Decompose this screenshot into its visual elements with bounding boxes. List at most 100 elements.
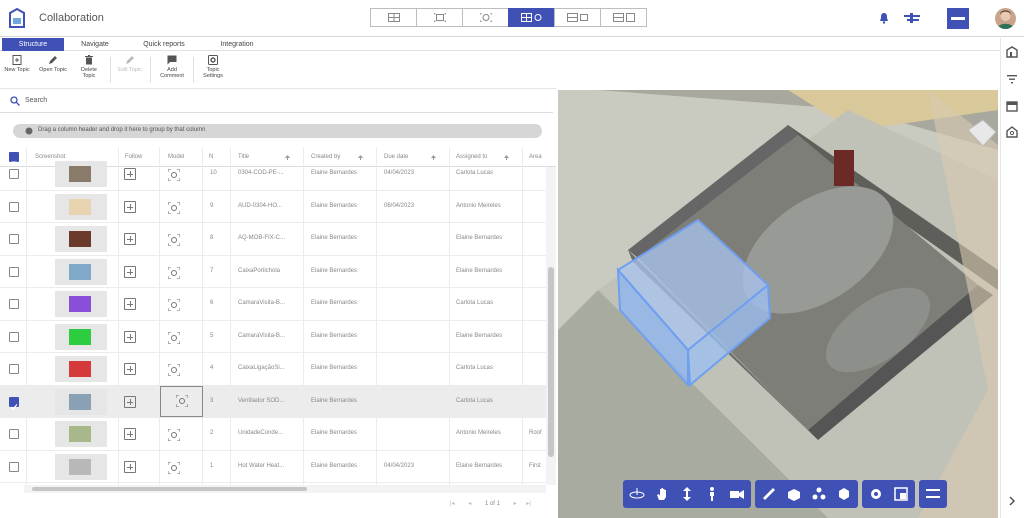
table-row[interactable]: 4 CaixaLigaçãoSi... Elaine Bernardes Carlot…	[0, 353, 546, 386]
model-viewer[interactable]	[558, 90, 998, 518]
tab-integration[interactable]: Integration	[206, 38, 268, 51]
table-row[interactable]: 7 CaixaPortichola Elaine Bernardes Elaine B…	[0, 256, 546, 288]
table-row[interactable]: 9 AUD-0304-HO... Elaine Bernardes 06/04/202…	[0, 191, 546, 223]
company-logo[interactable]	[947, 8, 969, 29]
row-checkbox[interactable]	[9, 234, 19, 244]
follow-button[interactable]	[124, 428, 136, 440]
fullscreen-button[interactable]	[893, 486, 909, 502]
open-topic-button[interactable]: Open Topic	[38, 55, 68, 73]
search-bar[interactable]: Search	[0, 91, 553, 113]
row-checkbox[interactable]	[9, 461, 19, 472]
model-browser-tool[interactable]	[836, 486, 852, 502]
horizontal-scrollbar[interactable]	[24, 485, 546, 493]
screenshot-thumbnail[interactable]	[55, 258, 107, 285]
follow-button[interactable]	[124, 395, 136, 408]
view-split-focus-button[interactable]	[554, 8, 601, 27]
sync-icon[interactable]	[904, 12, 920, 24]
follow-button[interactable]	[124, 330, 136, 343]
tab-quick-reports[interactable]: Quick reports	[130, 38, 198, 51]
model-focus-button[interactable]	[167, 168, 181, 186]
home-search-icon[interactable]	[1006, 126, 1018, 138]
tab-navigate[interactable]: Navigate	[66, 38, 124, 51]
screenshot-thumbnail[interactable]	[55, 356, 107, 382]
delete-topic-button[interactable]: Delete Topic	[74, 55, 104, 79]
row-checkbox[interactable]	[9, 331, 19, 342]
pan-tool[interactable]	[654, 486, 670, 502]
view-model-button[interactable]	[462, 8, 509, 27]
model-focus-button[interactable]	[167, 428, 181, 446]
topic-settings-button[interactable]: Topic Settings	[198, 55, 228, 79]
vertical-scrollbar[interactable]	[546, 167, 556, 485]
screenshot-thumbnail[interactable]	[55, 161, 107, 187]
view-grid-button[interactable]	[370, 8, 417, 27]
last-page-icon[interactable]: ▸|	[526, 501, 531, 507]
new-topic-button[interactable]: New Topic	[2, 55, 32, 73]
table-row[interactable]: 8 AQ-MOB-FIX-C... Elaine Bernardes Elaine B…	[0, 223, 546, 256]
table-row[interactable]: 3 Ventilador SOD... Elaine Bernardes Carlot…	[0, 385, 546, 418]
screenshot-thumbnail[interactable]	[55, 193, 107, 220]
orbit-tool[interactable]	[629, 486, 645, 502]
horizontal-scrollbar-thumb[interactable]	[32, 487, 307, 491]
follow-button[interactable]	[124, 233, 136, 245]
follow-button[interactable]	[124, 168, 136, 180]
bell-icon[interactable]	[879, 12, 889, 24]
add-comment-button[interactable]: Add Comment	[157, 55, 187, 79]
properties-button[interactable]	[925, 486, 941, 502]
screenshot-thumbnail[interactable]	[55, 453, 107, 480]
edit-topic-button[interactable]: Edit Topic	[115, 55, 145, 73]
model-focus-button[interactable]	[167, 233, 181, 251]
vertical-scrollbar-thumb[interactable]	[548, 267, 554, 457]
measure-tool[interactable]	[761, 486, 777, 502]
row-checkbox[interactable]	[9, 169, 19, 179]
follow-button[interactable]	[124, 363, 136, 375]
first-page-icon[interactable]: |◂	[450, 501, 455, 507]
row-checkbox[interactable]	[9, 299, 19, 309]
group-by-area[interactable]: Drag a column header and drop it here to…	[13, 124, 542, 138]
table-row[interactable]: 5 CamaraVisita-B... Elaine Bernardes Elaine…	[0, 321, 546, 353]
view-focus-button[interactable]	[416, 8, 463, 27]
screenshot-thumbnail[interactable]	[55, 388, 107, 415]
section-tool[interactable]	[786, 486, 802, 502]
view-split-button[interactable]	[508, 8, 555, 27]
building-icon[interactable]	[1006, 46, 1018, 58]
model-focus-button[interactable]	[160, 385, 203, 417]
screenshot-thumbnail[interactable]	[55, 421, 107, 447]
prev-page-icon[interactable]: ◂	[468, 501, 471, 507]
screenshot-thumbnail[interactable]	[55, 291, 107, 317]
follow-button[interactable]	[124, 298, 136, 310]
view-split-detail-button[interactable]	[600, 8, 647, 27]
row-checkbox[interactable]	[9, 266, 19, 277]
model-focus-button[interactable]	[167, 363, 181, 381]
follow-button[interactable]	[124, 265, 136, 278]
table-row[interactable]: 6 CamaraVisita-B... Elaine Bernardes Carlot…	[0, 288, 546, 321]
model-render[interactable]	[558, 90, 998, 518]
chevron-right-icon[interactable]	[1006, 495, 1018, 507]
camera-tool[interactable]	[729, 486, 745, 502]
walk-tool[interactable]	[704, 486, 720, 502]
model-focus-button[interactable]	[167, 266, 181, 284]
explode-tool[interactable]	[811, 486, 827, 502]
tab-structure[interactable]: Structure	[2, 38, 64, 51]
row-checkbox[interactable]	[9, 396, 19, 410]
follow-button[interactable]	[124, 460, 136, 473]
filter-icon[interactable]	[1006, 73, 1018, 85]
app-logo-icon[interactable]	[8, 7, 26, 29]
model-focus-button[interactable]	[167, 461, 181, 479]
row-checkbox[interactable]	[9, 364, 19, 374]
screenshot-thumbnail[interactable]	[55, 323, 107, 350]
table-row[interactable]: 10 0304-COD-PE-... Elaine Bernardes 04/04/2…	[0, 158, 546, 191]
screenshot-thumbnail[interactable]	[55, 226, 107, 252]
calendar-icon[interactable]	[1006, 100, 1018, 112]
user-avatar[interactable]	[995, 8, 1016, 29]
model-focus-button[interactable]	[167, 298, 181, 316]
row-checkbox[interactable]	[9, 201, 19, 212]
model-focus-button[interactable]	[167, 201, 181, 219]
follow-button[interactable]	[124, 200, 136, 213]
zoom-tool[interactable]	[679, 486, 695, 502]
table-row[interactable]: 1 Hot Water Heat... Elaine Bernardes 04/04/…	[0, 451, 546, 483]
model-focus-button[interactable]	[167, 331, 181, 349]
viewer-settings-button[interactable]	[868, 486, 884, 502]
row-checkbox[interactable]	[9, 429, 19, 439]
next-page-icon[interactable]: ▸	[514, 501, 517, 507]
table-row[interactable]: 2 UnidadeConde... Elaine Bernardes Antonio …	[0, 418, 546, 451]
